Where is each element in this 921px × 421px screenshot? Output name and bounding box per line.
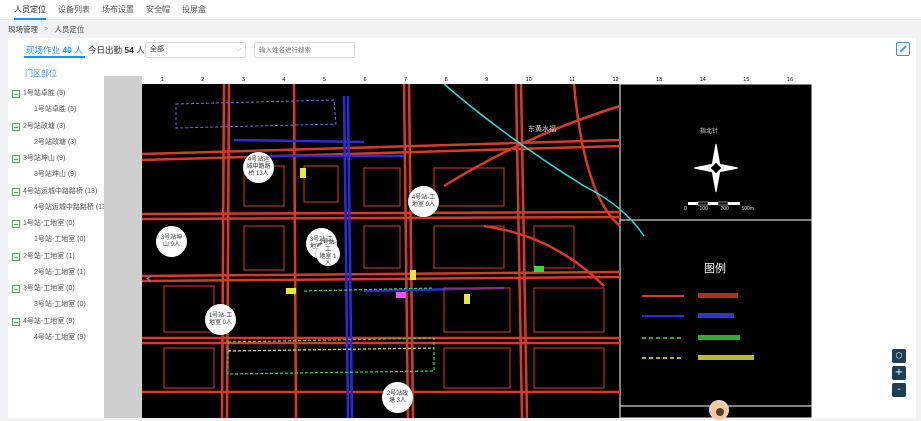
collapse-icon[interactable] xyxy=(12,155,20,164)
tree-node[interactable]: 4号站运城中路路桥 (13) xyxy=(12,184,112,200)
today-label: 今日出勤 xyxy=(88,45,123,55)
collapse-icon[interactable] xyxy=(12,252,20,261)
area-select-value: 全部 xyxy=(150,46,164,53)
chevron-left-icon[interactable]: ‹ xyxy=(140,264,158,294)
tree-leaf[interactable]: 1号站-工地室 (0) xyxy=(12,232,112,248)
tab-site-settings[interactable]: 场布设置 xyxy=(102,0,134,20)
grid-number: 14 xyxy=(699,77,706,83)
avatar[interactable] xyxy=(709,400,729,420)
scale-label: 0 xyxy=(684,206,687,212)
tree-leaf[interactable]: 4号站运城中路路桥 (13) xyxy=(12,200,112,216)
grid-number: 12 xyxy=(612,77,619,83)
map-pin[interactable]: 2号站-工 地室 1人 xyxy=(316,240,340,267)
collapse-icon[interactable] xyxy=(12,285,20,294)
grid-number: 5 xyxy=(322,77,326,83)
tree-list: 1号站卓胜 (5) 1号站卓胜 (5) 2号站政塘 (3) 2号站政塘 (3) … xyxy=(12,86,112,346)
tab-device-list[interactable]: 设备列表 xyxy=(58,0,90,20)
map-pin[interactable]: 4号站-工 地室 9人 xyxy=(408,186,439,217)
tab-personnel-location[interactable]: 人员定位 xyxy=(14,0,46,20)
onsite-stat-tab[interactable]: 现场作业 40 人 xyxy=(24,42,85,58)
legend-title: 图例 xyxy=(704,263,726,275)
onsite-unit: 人 xyxy=(74,45,83,55)
grid-number: 2 xyxy=(201,77,205,83)
tree-leaf[interactable]: 3号站坤山 (9) xyxy=(12,167,112,183)
tree-node[interactable]: 3号站-工地室 (0) xyxy=(12,281,112,297)
tab-screen-box[interactable]: 投屏盒 xyxy=(182,0,206,20)
collapse-icon[interactable] xyxy=(12,317,20,326)
grid-number: 8 xyxy=(444,77,448,83)
tree-node[interactable]: 1号站-工地室 (0) xyxy=(12,216,112,232)
grid-number: 7 xyxy=(404,77,408,83)
tree-leaf[interactable]: 2号站政塘 (3) xyxy=(12,135,112,151)
map-pin[interactable]: 3号站坤山 9人 xyxy=(156,226,187,257)
tree-node[interactable]: 2号站-工地室 (1) xyxy=(12,249,112,265)
tree-leaf[interactable]: 2号站-工地室 (1) xyxy=(12,265,112,281)
layers-icon[interactable]: ⬡ xyxy=(892,349,906,363)
grid-number: 16 xyxy=(786,77,794,83)
fullscreen-icon[interactable] xyxy=(896,42,910,56)
collapse-icon[interactable] xyxy=(12,90,20,99)
scale-label: 500m xyxy=(741,206,754,212)
site-map[interactable]: 东黄水福 指北针 0 100 200 500m 图例 1 2 3 4 5 6 7… xyxy=(104,76,817,418)
grid-number: 15 xyxy=(743,77,750,83)
tree-title: 门区部位 xyxy=(25,69,57,78)
grid-number: 6 xyxy=(363,77,367,83)
compass-label: 指北针 xyxy=(700,129,719,135)
area-select[interactable]: 全部 ⌵ xyxy=(145,42,246,58)
name-search-input[interactable] xyxy=(254,42,355,58)
top-nav: 人员定位 设备列表 场布设置 安全帽 投屏盒 xyxy=(0,0,921,20)
zoom-out-button[interactable]: - xyxy=(892,383,906,397)
tree-leaf[interactable]: 1号站卓胜 (5) xyxy=(12,102,112,118)
tree-node[interactable]: 3号站坤山 (9) xyxy=(12,151,112,167)
grid-ruler: 1 2 3 4 5 6 7 8 9 10 11 12 13 14 15 16 xyxy=(142,76,812,84)
today-attendance-stat[interactable]: 今日出勤 54 人 xyxy=(88,42,145,58)
map-pin[interactable]: 2号站政塘 3人 xyxy=(382,382,413,413)
breadcrumb-current: 人员定位 xyxy=(54,25,85,34)
grid-number: 4 xyxy=(282,77,286,83)
scale-bar: 0 100 200 500m xyxy=(684,206,754,212)
tree-node[interactable]: 2号站政塘 (3) xyxy=(12,119,112,135)
onsite-label: 现场作业 xyxy=(26,45,61,55)
tree-leaf[interactable]: 3号站-工地室 (0) xyxy=(12,297,112,313)
map-pin[interactable]: 1号站-工 地室 0人 xyxy=(205,304,236,335)
grid-number: 9 xyxy=(485,77,489,83)
collapse-icon[interactable] xyxy=(12,122,20,131)
grid-number: 13 xyxy=(656,77,663,83)
today-unit: 人 xyxy=(136,45,145,55)
tree-node[interactable]: 4号站-工地室 (9) xyxy=(12,314,112,330)
tab-helmet[interactable]: 安全帽 xyxy=(146,0,170,20)
map-pin[interactable]: 4号站运 城中路路桥 13人 xyxy=(243,152,274,183)
tree-node[interactable]: 1号站卓胜 (5) xyxy=(12,86,112,102)
grid-number: 1 xyxy=(160,77,164,83)
chevron-down-icon: ⌵ xyxy=(235,46,241,53)
breadcrumb: 现场管理 > 人员定位 xyxy=(8,24,84,35)
scale-label: 200 xyxy=(720,206,729,212)
breadcrumb-root[interactable]: 现场管理 xyxy=(8,24,38,35)
collapse-icon[interactable] xyxy=(12,187,20,196)
grid-number: 10 xyxy=(525,77,532,83)
breadcrumb-separator: > xyxy=(44,24,49,33)
onsite-count: 40 xyxy=(62,45,72,55)
collapse-icon[interactable] xyxy=(12,220,20,229)
main-panel: 现场作业 40 人 今日出勤 54 人 全部 ⌵ 门区部位 1号站卓胜 (5) … xyxy=(8,38,916,418)
grid-number: 3 xyxy=(241,77,245,83)
place-label: 东黄水福 xyxy=(528,126,556,133)
tree-leaf[interactable]: 4号站-工地室 (9) xyxy=(12,330,112,346)
zoom-in-button[interactable]: + xyxy=(892,366,906,380)
today-count: 54 xyxy=(124,45,134,55)
grid-number: 11 xyxy=(569,77,575,83)
scale-label: 100 xyxy=(699,206,708,212)
